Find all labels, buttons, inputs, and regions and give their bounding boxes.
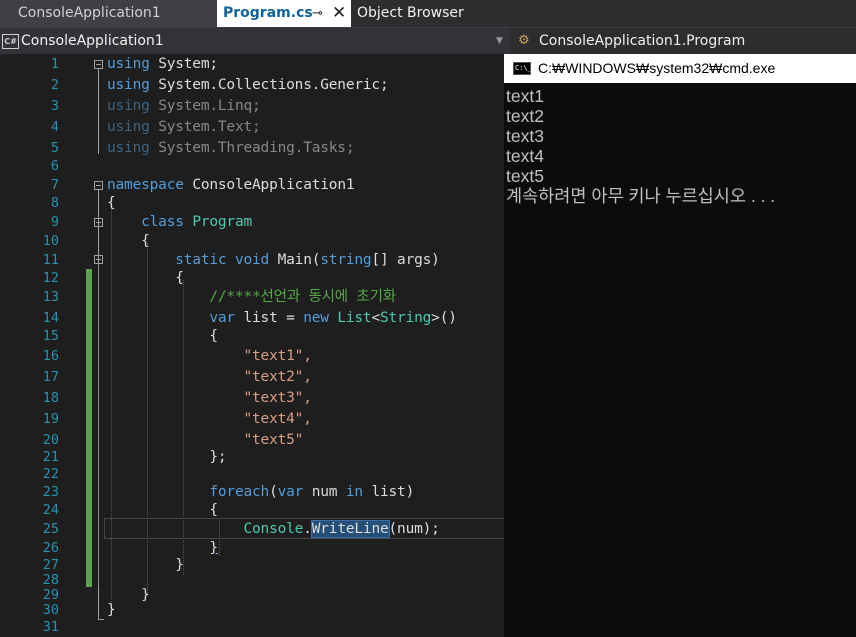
tab-label: Object Browser (357, 5, 464, 21)
code-text: { (209, 502, 218, 518)
code-line: 31 (0, 617, 504, 637)
code-line: 12 { (0, 268, 504, 289)
console-line: text3 (506, 126, 544, 146)
code-text: using System.Collections.Generic; (107, 77, 389, 93)
document-tab-bar: ConsoleApplication1 Program.cs ⊸ ✕ Objec… (0, 0, 856, 27)
code-line: 17 "text2", (0, 367, 504, 388)
line-number: 3 (50, 98, 59, 114)
code-line: 2 using System.Collections.Generic; (0, 75, 504, 96)
line-number: 16 (42, 348, 59, 364)
code-text: //****선언과 동시에 초기화 (209, 289, 396, 305)
code-text: "text1", (243, 348, 312, 364)
line-number: 9 (50, 214, 59, 230)
cmd-icon: C:\_ (513, 62, 532, 75)
chevron-down-icon: ▼ (496, 36, 503, 46)
line-number: 17 (42, 369, 59, 385)
csharp-project-icon: C# (2, 34, 19, 49)
line-number: 2 (50, 77, 59, 93)
line-number: 24 (42, 502, 59, 518)
code-line: 8{ (0, 193, 504, 214)
code-line: 19 "text4", (0, 409, 504, 430)
class-icon: ⚙ (518, 33, 530, 48)
code-text: { (175, 270, 184, 286)
line-number: 10 (42, 233, 59, 249)
code-text: "text2", (243, 369, 312, 385)
code-text: using System.Text; (107, 119, 261, 135)
code-line: 16 "text1", (0, 346, 504, 367)
code-line: 15 { (0, 326, 504, 347)
selected-method[interactable]: WriteLine (310, 520, 390, 538)
code-text: { (107, 195, 116, 211)
line-number: 13 (42, 289, 59, 305)
line-number: 31 (42, 619, 59, 635)
code-text: Console.WriteLine(num); (243, 520, 440, 538)
console-line: text1 (506, 86, 544, 106)
tab-label: Program.cs (223, 5, 313, 21)
code-line: 24 { (0, 500, 504, 521)
line-number: 15 (42, 328, 59, 344)
code-line: 6 (0, 156, 504, 177)
type-name: ConsoleApplication1.Program (539, 33, 746, 49)
line-number: 25 (42, 521, 59, 537)
code-text: class Program (141, 214, 253, 230)
code-line: 18 "text3", (0, 388, 504, 409)
code-text: using System; (107, 56, 218, 72)
tab-program-cs[interactable]: Program.cs ⊸ ✕ (217, 0, 351, 27)
project-name: ConsoleApplication1 (21, 33, 164, 49)
pin-icon[interactable]: ⊸ (312, 0, 323, 27)
line-number: 1 (50, 56, 59, 72)
close-icon[interactable]: ✕ (332, 0, 346, 27)
code-line: 9 class Program (0, 212, 504, 233)
tab-object-browser[interactable]: Object Browser (357, 0, 464, 27)
type-dropdown[interactable]: ⚙ ConsoleApplication1.Program (510, 28, 856, 54)
console-window[interactable]: C:\_ C:₩WINDOWS₩system32₩cmd.exe text1 t… (504, 54, 856, 637)
code-line: 25 Console.WriteLine(num); (0, 519, 504, 540)
code-text: "text4", (243, 411, 312, 427)
code-text: "text3", (243, 390, 312, 406)
code-line: 1 using System; (0, 54, 504, 75)
code-editor[interactable]: 1 using System; 2 using System.Collections… (0, 54, 504, 637)
console-output: text1 text2 text3 text4 text5 계속하려면 아무 키… (506, 86, 775, 206)
code-line: 3 using System.Linq; (0, 96, 504, 117)
line-number: 4 (50, 119, 59, 135)
line-number: 19 (42, 411, 59, 427)
console-line: text4 (506, 146, 544, 166)
line-number: 18 (42, 390, 59, 406)
console-line: text2 (506, 106, 544, 126)
line-number: 12 (42, 270, 59, 286)
code-line: 10 { (0, 231, 504, 252)
console-title-bar[interactable]: C:\_ C:₩WINDOWS₩system32₩cmd.exe (504, 54, 856, 83)
console-title: C:₩WINDOWS₩system32₩cmd.exe (538, 60, 776, 76)
code-line: 13 //****선언과 동시에 초기화 (0, 287, 504, 308)
tab-label: ConsoleApplication1 (18, 5, 161, 21)
console-line: text5 (506, 166, 544, 186)
code-text: using System.Linq; (107, 98, 261, 114)
code-text: { (141, 233, 150, 249)
navigation-bar: C# ConsoleApplication1 ▼ ⚙ ConsoleApplic… (0, 27, 856, 54)
code-text: { (209, 328, 218, 344)
tab-console-application1[interactable]: ConsoleApplication1 (0, 0, 217, 27)
console-line: 계속하려면 아무 키나 누르십시오 . . . (506, 186, 776, 206)
project-dropdown[interactable]: C# ConsoleApplication1 ▼ (0, 28, 510, 54)
line-number: 6 (50, 158, 59, 174)
line-number: 8 (50, 195, 59, 211)
code-line: 4 using System.Text; (0, 117, 504, 138)
